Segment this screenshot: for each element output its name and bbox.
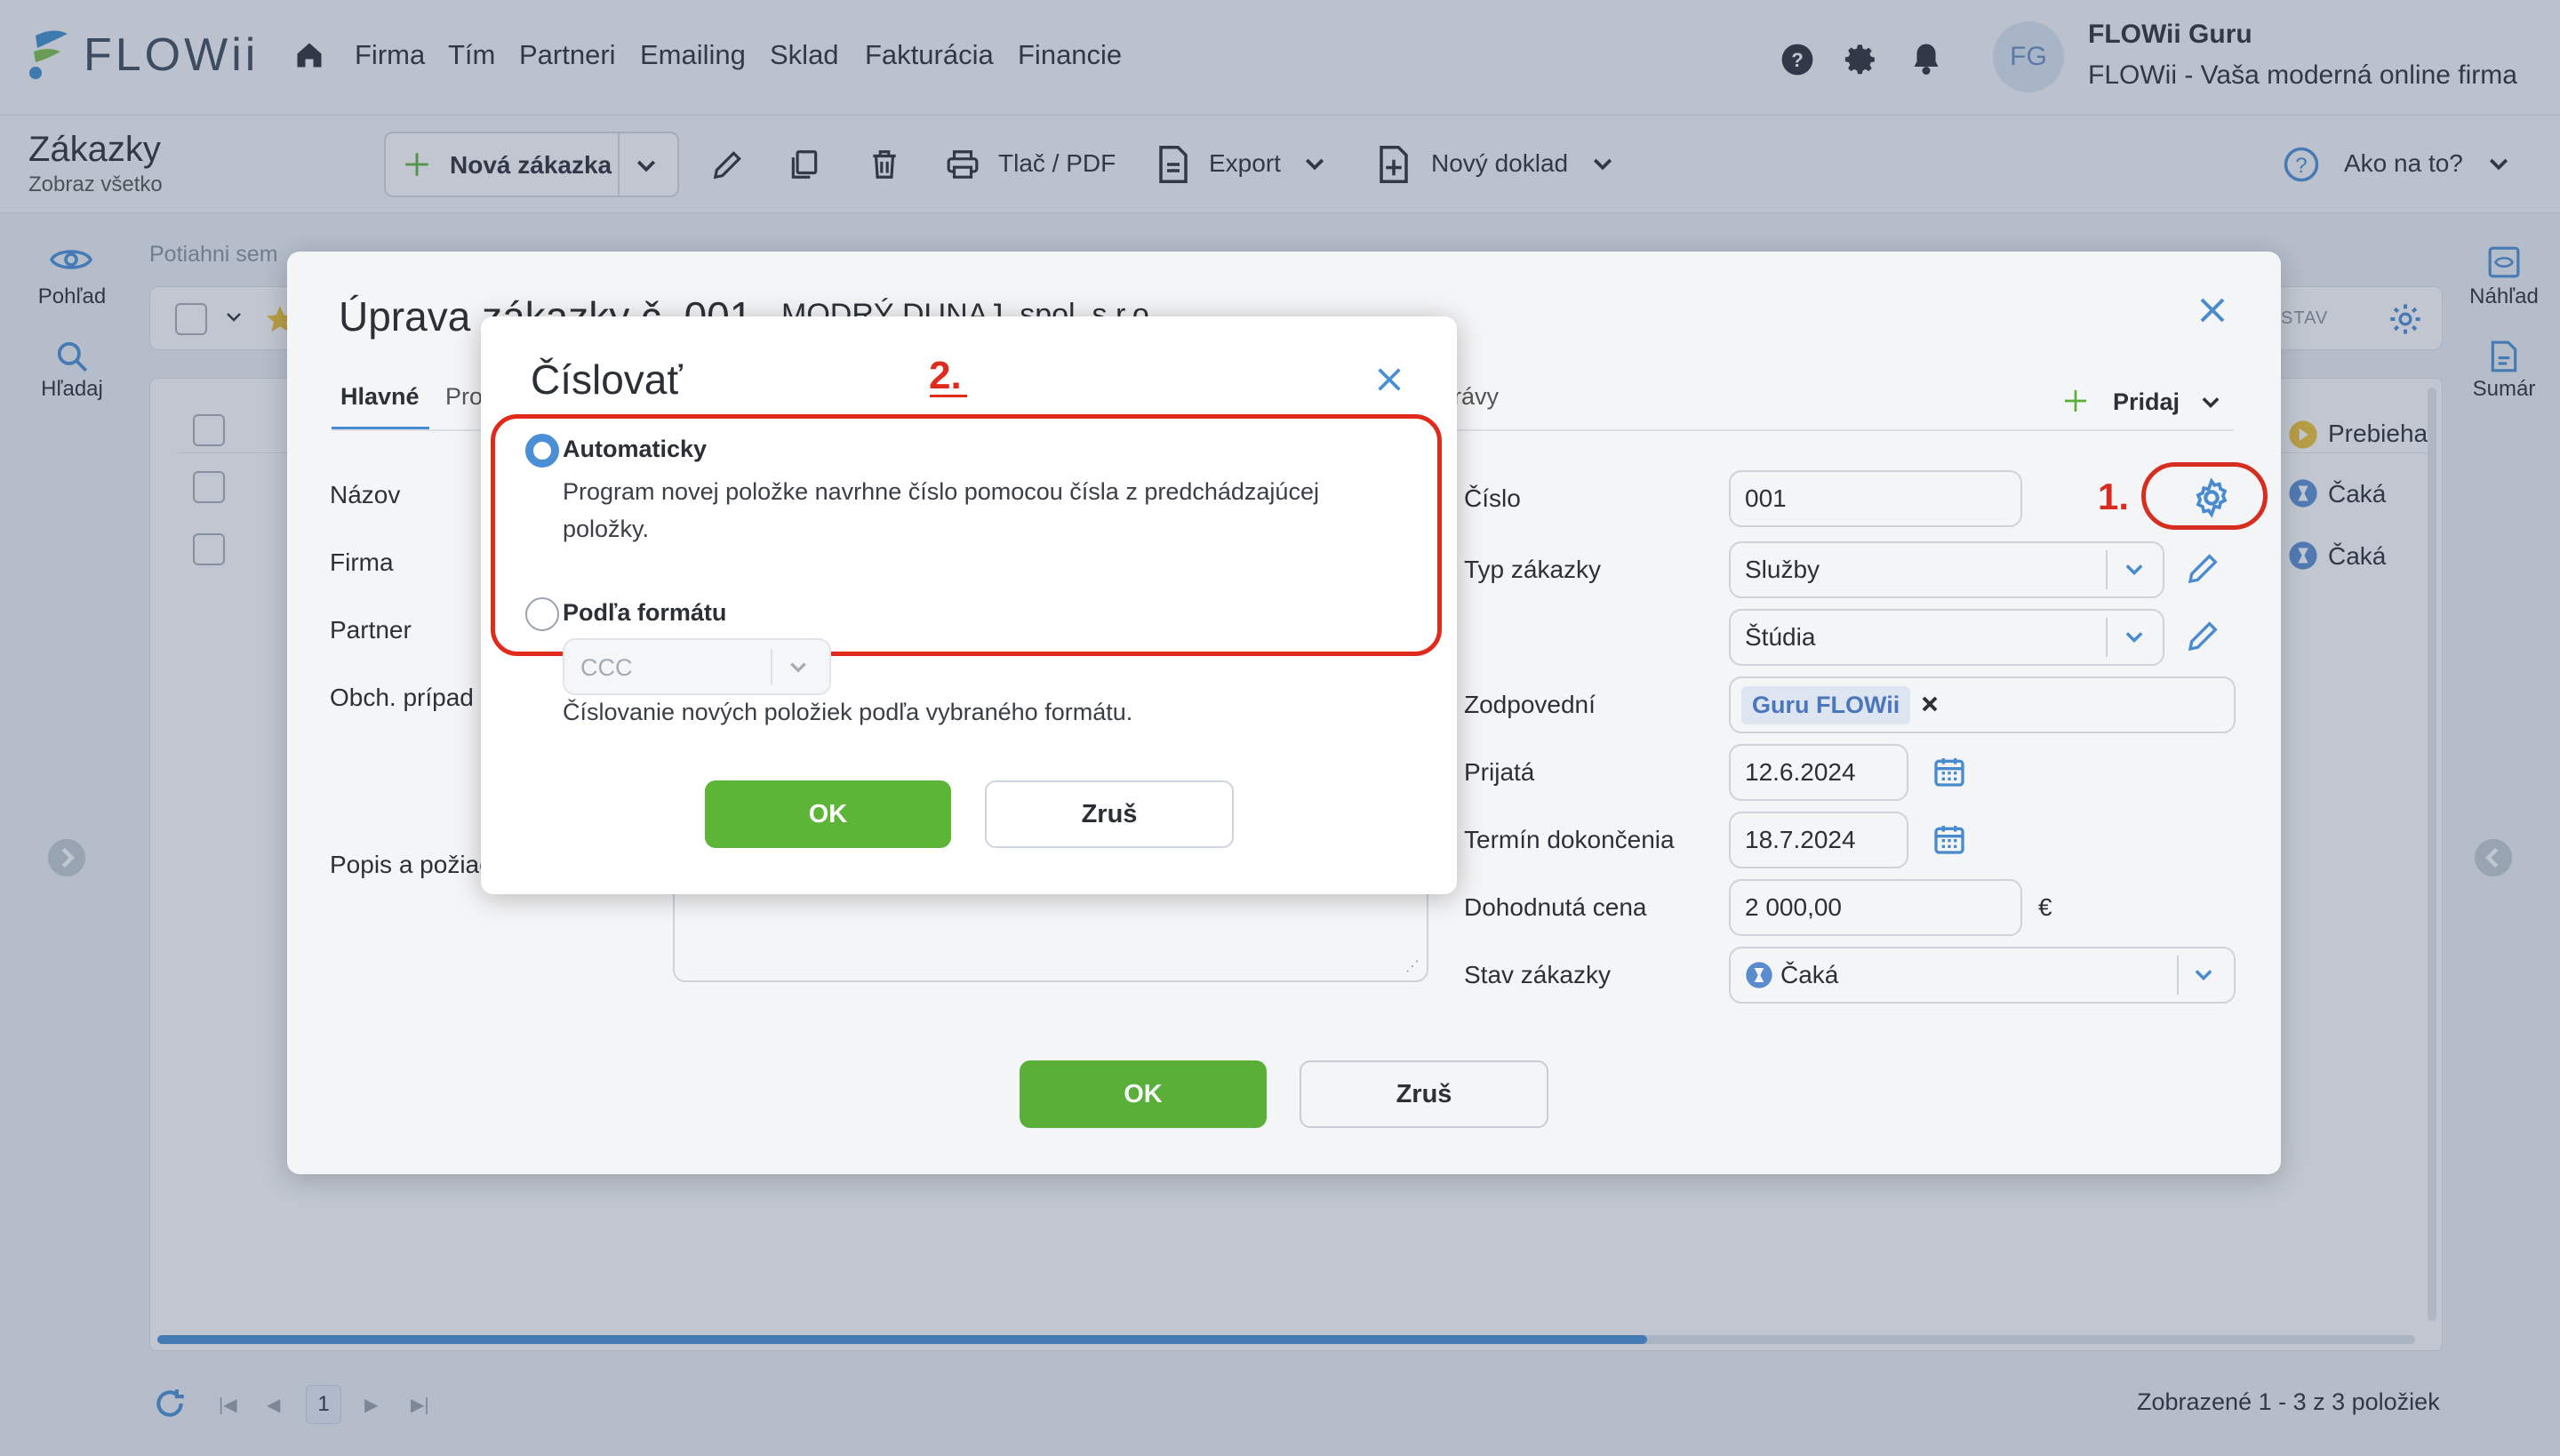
radio-by-format[interactable]	[525, 597, 559, 631]
dialog-title: Číslovať	[531, 356, 683, 403]
radio-automatic[interactable]	[525, 434, 559, 468]
dialog-ok-button[interactable]: OK	[705, 780, 951, 848]
chevron-down-icon[interactable]	[787, 656, 810, 679]
format-select[interactable]: CCC	[563, 638, 831, 695]
radio-by-format-label[interactable]: Podľa formátu	[563, 599, 726, 627]
automatic-description: Program novej položke navrhne číslo pomo…	[563, 478, 1319, 542]
radio-automatic-label[interactable]: Automaticky	[563, 436, 707, 463]
dialog-cancel-button[interactable]: Zruš	[985, 780, 1234, 848]
annotation-underline	[930, 395, 967, 397]
close-icon[interactable]	[1374, 364, 1404, 395]
divider	[771, 649, 772, 684]
numbering-dialog: Číslovať 2. Automaticky Program novej po…	[481, 316, 1457, 894]
annotation-step-2: 2.	[929, 354, 962, 397]
format-value: CCC	[580, 654, 633, 681]
format-description: Číslovanie nových položiek podľa vybrané…	[563, 699, 1133, 725]
